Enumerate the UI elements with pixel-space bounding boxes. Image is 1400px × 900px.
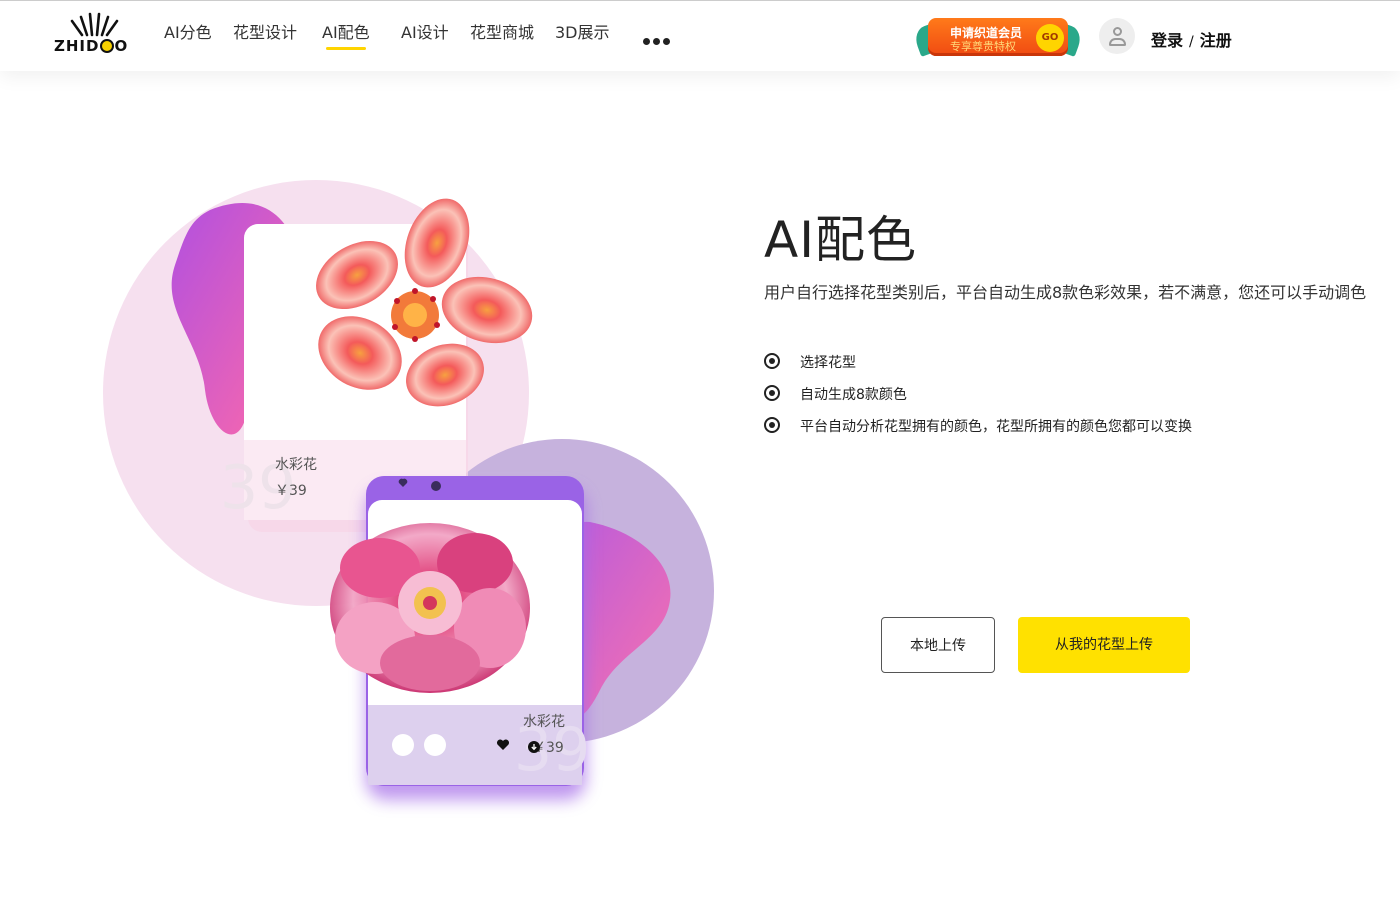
nav-item-ai-color-matching[interactable]: AI配色 bbox=[322, 19, 370, 50]
local-upload-button[interactable]: 本地上传 bbox=[881, 617, 995, 673]
download-icon[interactable] bbox=[528, 738, 540, 753]
feature-label: 平台自动分析花型拥有的颜色，花型所拥有的颜色您都可以变换 bbox=[800, 419, 1192, 435]
nav-item-3d-display[interactable]: 3D展示 bbox=[555, 19, 610, 43]
more-icon[interactable] bbox=[643, 30, 673, 45]
vip-membership-banner[interactable]: 申请织道会员 专享尊贵特权 GO bbox=[911, 16, 1085, 58]
heart-icon[interactable] bbox=[496, 737, 510, 751]
pattern-card-back-price: ￥39 bbox=[275, 483, 307, 499]
pattern-card-front-name: 水彩花 bbox=[523, 714, 565, 730]
zhidao-logo[interactable]: ZHID O bbox=[54, 11, 136, 55]
nav-item-ai-color-separation[interactable]: AI分色 bbox=[164, 19, 212, 43]
user-avatar-icon[interactable] bbox=[1099, 18, 1135, 54]
auth-links: 登录 / 注册 bbox=[1151, 27, 1232, 51]
vip-go-button[interactable]: GO bbox=[1036, 24, 1064, 52]
illustration-graphic: 39 39 bbox=[103, 180, 714, 800]
logo-text: ZHID O bbox=[54, 37, 129, 55]
radio-bullet-icon bbox=[764, 353, 780, 369]
nav-item-ai-design[interactable]: AI设计 bbox=[401, 19, 449, 43]
vip-banner-subtitle: 专享尊贵特权 bbox=[950, 40, 1016, 53]
auth-separator: / bbox=[1189, 34, 1194, 50]
feature-label: 自动生成8款颜色 bbox=[800, 387, 907, 403]
login-link[interactable]: 登录 bbox=[1151, 31, 1183, 50]
nav-item-pattern-mall[interactable]: 花型商城 bbox=[470, 19, 534, 43]
radio-bullet-icon bbox=[764, 385, 780, 401]
logo-rays-icon bbox=[70, 12, 119, 37]
ai-color-illustration: 39 39 水彩花 ￥39 水彩花 ￥39 bbox=[100, 170, 720, 820]
nav-item-pattern-design[interactable]: 花型设计 bbox=[233, 19, 297, 43]
page-title: AI配色 bbox=[764, 211, 917, 269]
feature-label: 选择花型 bbox=[800, 355, 856, 371]
radio-bullet-icon bbox=[764, 417, 780, 433]
upload-from-my-patterns-button[interactable]: 从我的花型上传 bbox=[1018, 617, 1190, 673]
page-description: 用户自行选择花型类别后，平台自动生成8款色彩效果，若不满意，您还可以手动调色 bbox=[764, 283, 1367, 302]
top-navigation-bar: ZHID O AI分色 花型设计 AI配色 AI设计 花型商城 3D展示 申请织道… bbox=[0, 0, 1400, 71]
vip-banner-body: 申请织道会员 专享尊贵特权 GO bbox=[928, 18, 1068, 56]
pattern-card-back-name: 水彩花 bbox=[275, 457, 317, 473]
register-link[interactable]: 注册 bbox=[1200, 31, 1232, 50]
